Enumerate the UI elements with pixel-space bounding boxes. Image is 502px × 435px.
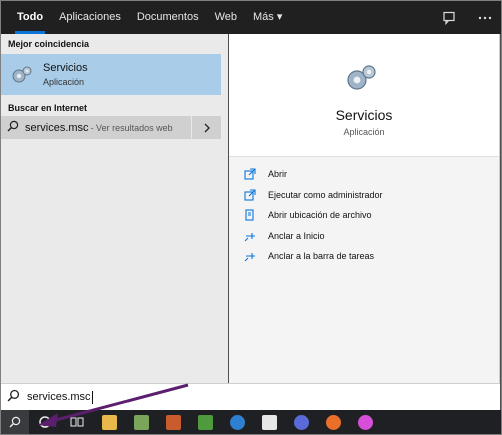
search-input[interactable]: services.msc	[27, 391, 91, 403]
file-location-icon	[243, 208, 257, 222]
app-icon-7[interactable]	[349, 410, 381, 434]
services-gear-icon	[344, 63, 380, 93]
action-label: Ejecutar como administrador	[268, 189, 383, 200]
app-icon-6[interactable]	[285, 410, 317, 434]
services-gear-icon	[9, 62, 35, 88]
search-icon	[7, 389, 27, 405]
best-match-type: Aplicación	[43, 77, 85, 87]
action-label: Anclar a la barra de tareas	[268, 251, 375, 262]
best-match-result[interactable]: Servicios Aplicación	[1, 54, 221, 95]
tab-apps[interactable]: Aplicaciones	[51, 1, 129, 34]
taskbar	[1, 410, 501, 434]
tab-web[interactable]: Web	[207, 1, 245, 34]
action-open-file-location[interactable]: Abrir ubicación de archivo	[229, 205, 499, 226]
app-icon-5[interactable]	[253, 410, 285, 434]
run-as-admin-icon	[243, 188, 257, 202]
search-icon	[7, 120, 25, 135]
action-list: Abrir Ejecutar como administrador Abrir …	[229, 164, 499, 267]
more-icon[interactable]	[477, 10, 493, 26]
action-label: Abrir ubicación de archivo	[268, 210, 372, 221]
web-search-heading: Buscar en Internet	[8, 103, 88, 113]
best-match-name: Servicios	[43, 62, 88, 74]
action-open[interactable]: Abrir	[229, 164, 499, 185]
app-icon-3[interactable]	[189, 410, 221, 434]
app-icon-1[interactable]	[125, 410, 157, 434]
search-box[interactable]: services.msc	[1, 383, 500, 410]
best-match-heading: Mejor coincidencia	[8, 39, 90, 49]
web-hint: - Ver resultados web	[90, 122, 173, 133]
search-icon[interactable]	[1, 410, 29, 434]
action-label: Abrir	[268, 169, 288, 180]
feedback-icon[interactable]	[441, 10, 457, 26]
app-icon-4[interactable]	[221, 410, 253, 434]
detail-subtitle: Aplicación	[343, 127, 385, 137]
open-icon	[243, 167, 257, 181]
results-pane: Mejor coincidencia Servicios Aplicación …	[1, 34, 228, 383]
action-pin-taskbar[interactable]: Anclar a la barra de tareas	[229, 246, 499, 267]
action-run-as-admin[interactable]: Ejecutar como administrador	[229, 185, 499, 206]
pin-taskbar-icon	[243, 249, 257, 263]
text-caret	[91, 390, 93, 404]
web-search-result[interactable]: services.msc - Ver resultados web	[1, 116, 221, 139]
cortana-icon[interactable]	[29, 410, 61, 434]
detail-header: Servicios Aplicación	[229, 34, 499, 157]
firefox-icon[interactable]	[317, 410, 349, 434]
tab-documents[interactable]: Documentos	[129, 1, 207, 34]
detail-pane: Servicios Aplicación Abrir Ejecutar como…	[229, 34, 500, 383]
action-label: Anclar a Inicio	[268, 230, 325, 241]
chevron-right-icon[interactable]	[191, 116, 221, 139]
action-pin-start[interactable]: Anclar a Inicio	[229, 226, 499, 247]
detail-title: Servicios	[335, 107, 393, 123]
task-view-icon[interactable]	[61, 410, 93, 434]
search-filter-bar: Todo Aplicaciones Documentos Web Más ▾	[1, 1, 501, 34]
app-icon-2[interactable]	[157, 410, 189, 434]
web-query: services.msc	[25, 121, 89, 134]
tab-more[interactable]: Más ▾	[245, 1, 290, 34]
file-explorer-icon[interactable]	[93, 410, 125, 434]
tab-all[interactable]: Todo	[9, 1, 51, 34]
pin-start-icon	[243, 229, 257, 243]
